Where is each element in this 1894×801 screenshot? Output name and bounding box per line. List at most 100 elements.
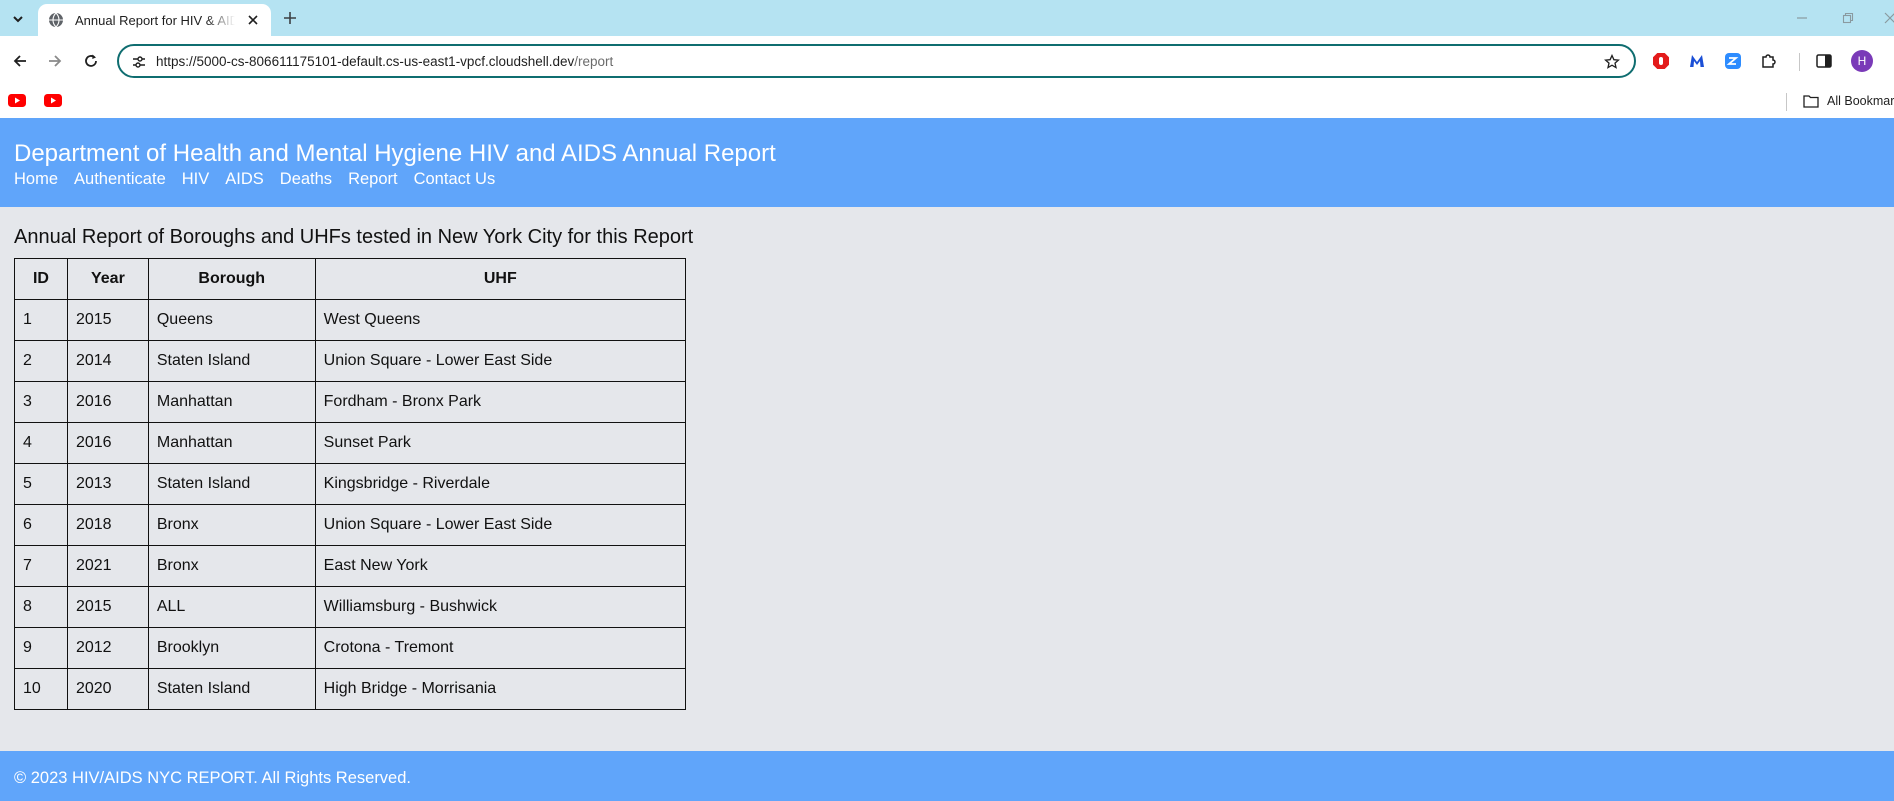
table-row: 4 2016 Manhattan Sunset Park [14, 422, 687, 464]
tab-strip: Annual Report for HIV & AIDS in NYC [0, 0, 1894, 36]
cell-uhf: Sunset Park [314, 422, 687, 464]
copyright-text: © 2023 HIV/AIDS NYC REPORT. All Rights R… [14, 769, 411, 787]
youtube-icon [8, 93, 26, 107]
extension-button-zoom[interactable] [1721, 49, 1745, 73]
toolbar-divider [1799, 53, 1800, 71]
cell-uhf: Crotona - Tremont [314, 627, 687, 669]
arrow-left-icon [13, 55, 26, 67]
cell-id: 3 [14, 381, 68, 423]
back-button[interactable] [7, 48, 33, 74]
tab-title: Annual Report for HIV & AIDS in NYC [75, 12, 235, 28]
table-row: 8 2015 ALL Williamsburg - Bushwick [14, 586, 687, 628]
close-icon [1884, 12, 1894, 24]
extension-button-adblock[interactable] [1649, 49, 1673, 73]
all-bookmarks-button[interactable]: All Bookmarks [1803, 90, 1894, 112]
table-header-row: ID Year Borough UHF [14, 258, 687, 300]
cell-uhf: East New York [314, 545, 687, 587]
url-host: https://5000-cs-806611175101-default.cs-… [156, 54, 575, 69]
all-bookmarks-label: All Bookmarks [1827, 94, 1894, 108]
arrow-right-icon [49, 55, 62, 67]
table-row: 3 2016 Manhattan Fordham - Bronx Park [14, 381, 687, 423]
cell-year: 2018 [66, 504, 149, 546]
cell-borough: Queens [147, 299, 316, 341]
cell-borough: Brooklyn [147, 627, 316, 669]
cell-uhf: Kingsbridge - Riverdale [314, 463, 687, 505]
tab-close-button[interactable] [245, 12, 261, 28]
cell-uhf: West Queens [314, 299, 687, 341]
site-info-button[interactable] [129, 52, 149, 72]
cell-year: 2014 [66, 340, 149, 382]
active-tab[interactable]: Annual Report for HIV & AIDS in NYC [38, 4, 271, 36]
column-header-uhf: UHF [314, 258, 687, 300]
forward-button[interactable] [42, 48, 68, 74]
cell-borough: Manhattan [147, 422, 316, 464]
bookmarks-divider [1786, 93, 1787, 111]
nav-deaths[interactable]: Deaths [280, 170, 332, 189]
table-row: 10 2020 Staten Island High Bridge - Morr… [14, 668, 687, 710]
nav-aids[interactable]: AIDS [225, 170, 264, 189]
cell-id: 7 [14, 545, 68, 587]
cell-borough: Staten Island [147, 463, 316, 505]
cell-uhf: High Bridge - Morrisania [314, 668, 687, 710]
cell-uhf: Williamsburg - Bushwick [314, 586, 687, 628]
cell-year: 2016 [66, 422, 149, 464]
zoom-icon [1725, 53, 1741, 69]
cell-uhf: Fordham - Bronx Park [314, 381, 687, 423]
report-heading: Annual Report of Boroughs and UHFs teste… [14, 226, 694, 248]
side-panel-icon [1816, 54, 1832, 68]
bookmark-youtube-2[interactable] [44, 93, 62, 107]
cell-year: 2012 [66, 627, 149, 669]
window-close-button[interactable] [1880, 8, 1894, 28]
profile-avatar[interactable]: H [1851, 50, 1873, 72]
side-panel-button[interactable] [1812, 49, 1836, 73]
table-row: 7 2021 Bronx East New York [14, 545, 687, 587]
cell-id: 4 [14, 422, 68, 464]
bookmark-star-button[interactable] [1602, 52, 1622, 72]
column-header-id: ID [14, 258, 68, 300]
nav-hiv[interactable]: HIV [182, 170, 210, 189]
site-title: Department of Health and Mental Hygiene … [14, 140, 776, 167]
chevron-down-icon [13, 16, 23, 23]
url-text: https://5000-cs-806611175101-default.cs-… [156, 54, 613, 69]
folder-icon [1803, 95, 1819, 108]
column-header-borough: Borough [147, 258, 316, 300]
cell-uhf: Union Square - Lower East Side [314, 340, 687, 382]
star-icon [1604, 54, 1620, 69]
plus-icon [284, 12, 296, 24]
bookmarks-bar: All Bookmarks [0, 86, 1894, 118]
extension-button-malwarebytes[interactable] [1685, 49, 1709, 73]
cell-id: 2 [14, 340, 68, 382]
restore-button[interactable] [1838, 8, 1858, 28]
tab-search-button[interactable] [6, 7, 30, 31]
reload-icon [85, 54, 97, 67]
extensions-menu-button[interactable] [1757, 49, 1781, 73]
reload-button[interactable] [78, 48, 104, 74]
nav-contact-us[interactable]: Contact Us [414, 170, 496, 189]
tune-icon [133, 56, 145, 68]
column-header-year: Year [66, 258, 149, 300]
minimize-button[interactable] [1792, 8, 1812, 28]
cell-year: 2020 [66, 668, 149, 710]
browser-toolbar: https://5000-cs-806611175101-default.cs-… [0, 36, 1894, 86]
bookmark-youtube-1[interactable] [8, 93, 26, 107]
report-table: ID Year Borough UHF 1 2015 Queens West Q… [14, 258, 687, 710]
close-icon [248, 15, 258, 25]
table-row: 9 2012 Brooklyn Crotona - Tremont [14, 627, 687, 669]
stop-hand-icon [1653, 53, 1669, 69]
cell-borough: Staten Island [147, 668, 316, 710]
table-row: 6 2018 Bronx Union Square - Lower East S… [14, 504, 687, 546]
puzzle-icon [1762, 54, 1776, 68]
url-path: /report [574, 54, 614, 69]
cell-year: 2015 [66, 299, 149, 341]
new-tab-button[interactable] [280, 8, 300, 28]
youtube-icon [44, 93, 62, 107]
nav-home[interactable]: Home [14, 170, 58, 189]
cell-year: 2013 [66, 463, 149, 505]
minimize-icon [1797, 17, 1807, 19]
cell-id: 6 [14, 504, 68, 546]
nav-report[interactable]: Report [348, 170, 398, 189]
cell-id: 9 [14, 627, 68, 669]
cell-borough: Bronx [147, 504, 316, 546]
address-bar[interactable]: https://5000-cs-806611175101-default.cs-… [117, 44, 1636, 78]
nav-authenticate[interactable]: Authenticate [74, 170, 166, 189]
